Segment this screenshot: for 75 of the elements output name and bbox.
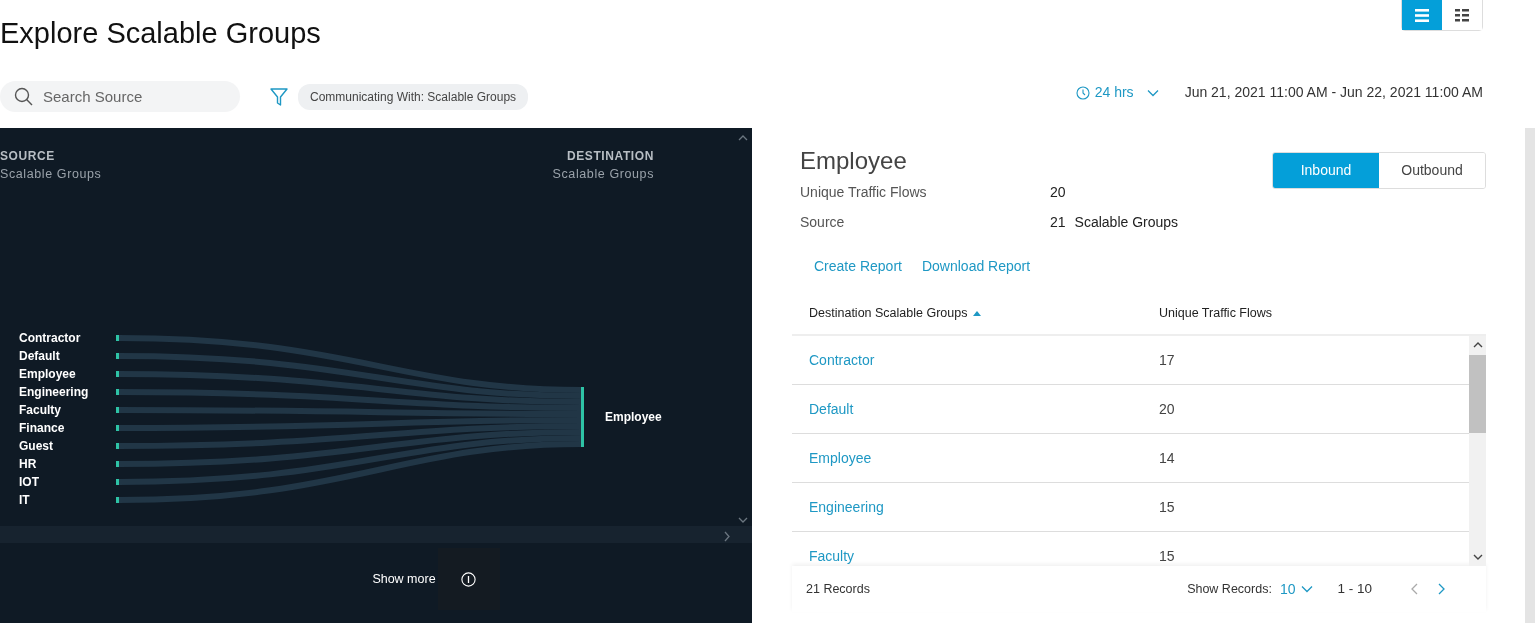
destination-node[interactable] bbox=[581, 387, 584, 447]
page-size-dropdown[interactable]: 10 bbox=[1279, 578, 1314, 600]
details-title: Employee bbox=[800, 146, 907, 176]
time-range-dropdown[interactable]: 24 hrs bbox=[1075, 82, 1159, 103]
clock-icon bbox=[1075, 85, 1090, 100]
source-node[interactable] bbox=[116, 443, 119, 449]
scroll-down-icon[interactable] bbox=[1472, 553, 1483, 561]
source-label: Engineering bbox=[19, 385, 89, 399]
group-link[interactable]: Engineering bbox=[809, 498, 884, 515]
record-count: 21 Records bbox=[806, 580, 870, 598]
destination-subheading: Scalable Groups bbox=[552, 167, 654, 181]
page-title: Explore Scalable Groups bbox=[0, 16, 322, 51]
source-label: Contractor bbox=[19, 331, 81, 345]
chevron-right-icon[interactable] bbox=[724, 531, 730, 542]
column-header[interactable]: Destination Scalable Groups bbox=[792, 304, 1159, 323]
source-subheading: Scalable Groups bbox=[0, 167, 102, 181]
stat-unit: Scalable Groups bbox=[1074, 212, 1179, 232]
source-node[interactable] bbox=[116, 425, 119, 431]
source-node[interactable] bbox=[116, 335, 119, 341]
group-link[interactable]: Faculty bbox=[809, 547, 855, 564]
chevron-down-icon bbox=[1146, 88, 1159, 97]
chevron-up-icon[interactable] bbox=[738, 135, 748, 141]
horizontal-scrollbar[interactable] bbox=[0, 526, 752, 543]
list-view-icon bbox=[1415, 8, 1429, 22]
source-label: IOT bbox=[19, 475, 39, 489]
date-range: Jun 21, 2021 11:00 AM - Jun 22, 2021 11:00 AM bbox=[1184, 83, 1483, 102]
source-label: Finance bbox=[19, 421, 65, 435]
table-cell-text: 20 bbox=[1159, 399, 1175, 419]
table-scrollbar[interactable] bbox=[1469, 336, 1486, 566]
source-label: Guest bbox=[19, 439, 53, 453]
table-view-icon bbox=[1455, 8, 1469, 22]
source-label: HR bbox=[19, 457, 37, 471]
table-cell-text: 15 bbox=[1159, 497, 1175, 517]
column-header[interactable]: Unique Traffic Flows bbox=[1159, 304, 1272, 323]
source-node[interactable] bbox=[116, 497, 119, 503]
destination-label: Employee bbox=[605, 410, 662, 424]
search-field[interactable]: Search Source bbox=[0, 81, 240, 112]
destination-heading: DESTINATION bbox=[566, 149, 654, 163]
group-link[interactable]: Contractor bbox=[809, 351, 875, 368]
source-node[interactable] bbox=[116, 353, 119, 359]
scroll-up-icon[interactable] bbox=[1472, 341, 1483, 349]
source-heading: SOURCE bbox=[0, 149, 55, 163]
chevron-down-icon[interactable] bbox=[738, 517, 748, 523]
table-cell-text: 14 bbox=[1159, 448, 1175, 468]
stat-label: Unique Traffic Flows bbox=[800, 182, 928, 202]
table-cell-text: 15 bbox=[1159, 546, 1175, 566]
source-node[interactable] bbox=[116, 389, 119, 395]
report-link[interactable]: Download Report bbox=[921, 256, 1031, 277]
source-label: IT bbox=[19, 493, 30, 507]
source-node[interactable] bbox=[116, 479, 119, 485]
page-range: 1 - 10 bbox=[1337, 579, 1372, 598]
stat-value: 21 bbox=[1050, 212, 1066, 232]
show-more-link[interactable]: Show more bbox=[372, 569, 436, 589]
source-label: Faculty bbox=[19, 403, 61, 417]
source-label: Employee bbox=[19, 367, 76, 381]
source-node[interactable] bbox=[116, 407, 119, 413]
info-button[interactable] bbox=[437, 548, 500, 610]
previous-page-icon[interactable] bbox=[1410, 583, 1418, 595]
source-node[interactable] bbox=[116, 371, 119, 377]
table-cell-text: 17 bbox=[1159, 350, 1175, 370]
info-icon bbox=[461, 571, 477, 587]
group-link[interactable]: Default bbox=[809, 400, 854, 417]
filter-chip[interactable]: Communicating With: Scalable Groups bbox=[298, 83, 529, 110]
group-link[interactable]: Employee bbox=[809, 449, 872, 466]
chevron-down-icon bbox=[1301, 585, 1314, 593]
source-node[interactable] bbox=[116, 461, 119, 467]
next-page-icon[interactable] bbox=[1438, 583, 1446, 595]
source-label: Default bbox=[19, 349, 60, 363]
direction-tab[interactable]: Inbound bbox=[1273, 153, 1379, 188]
show-records-label: Show Records: bbox=[1187, 580, 1272, 598]
stat-label: Source bbox=[800, 212, 846, 232]
page-scrollbar[interactable] bbox=[1525, 128, 1535, 623]
report-link[interactable]: Create Report bbox=[814, 256, 902, 277]
stat-value: 20 bbox=[1050, 182, 1066, 202]
filter-icon[interactable] bbox=[270, 87, 288, 106]
